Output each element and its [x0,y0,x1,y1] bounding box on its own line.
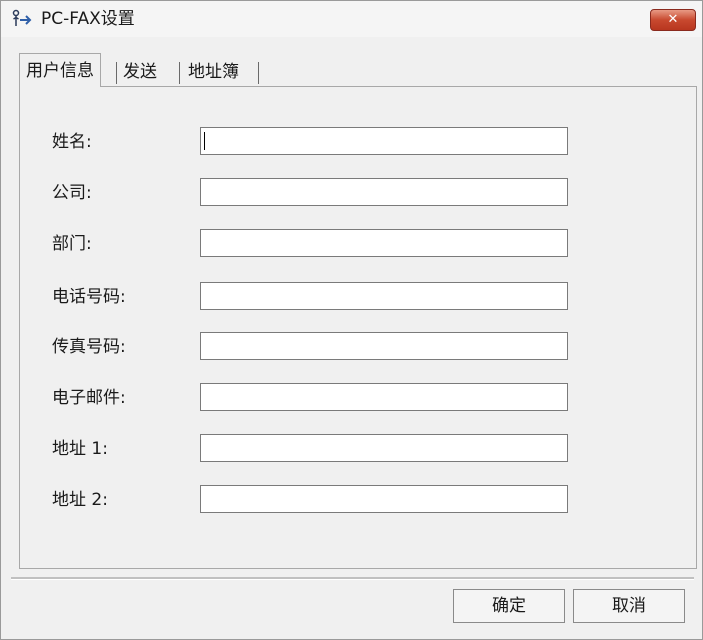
window-title: PC-FAX设置 [41,9,135,29]
email-label: 电子邮件: [52,388,126,408]
user-info-panel: 姓名: 公司: 部门: 电话号码: 传真号码: 电子邮件: 地址 1: 地址 2… [19,86,697,569]
address1-label: 地址 1: [52,439,108,459]
address1-field[interactable] [200,434,568,462]
footer-divider [11,577,694,580]
email-field[interactable] [200,383,568,411]
department-label: 部门: [52,234,92,254]
company-field[interactable] [200,178,568,206]
phone-field[interactable] [200,282,568,310]
close-button[interactable]: ✕ [650,9,696,31]
department-field[interactable] [200,229,568,257]
address2-field[interactable] [200,485,568,513]
tab-separator [179,62,180,84]
fax-send-icon [11,9,33,29]
text-caret [204,132,205,150]
company-label: 公司: [52,183,92,203]
name-label: 姓名: [52,132,92,152]
tab-user-info[interactable]: 用户信息 [19,53,101,87]
tab-separator [258,62,259,84]
title-bar[interactable]: PC-FAX设置 ✕ [1,1,702,37]
cancel-button[interactable]: 取消 [573,589,685,623]
phone-label: 电话号码: [52,287,126,307]
name-field[interactable] [200,127,568,155]
tab-address-book[interactable]: 地址簿 [188,59,239,85]
close-icon: ✕ [667,12,679,27]
pcfax-settings-dialog: PC-FAX设置 ✕ 用户信息 发送 地址簿 姓名: 公司: 部门: 电话号码:… [0,0,703,640]
tab-send[interactable]: 发送 [123,59,157,85]
address2-label: 地址 2: [52,490,108,510]
ok-button[interactable]: 确定 [453,589,565,623]
tab-separator [116,62,117,84]
fax-label: 传真号码: [52,337,126,357]
fax-field[interactable] [200,332,568,360]
